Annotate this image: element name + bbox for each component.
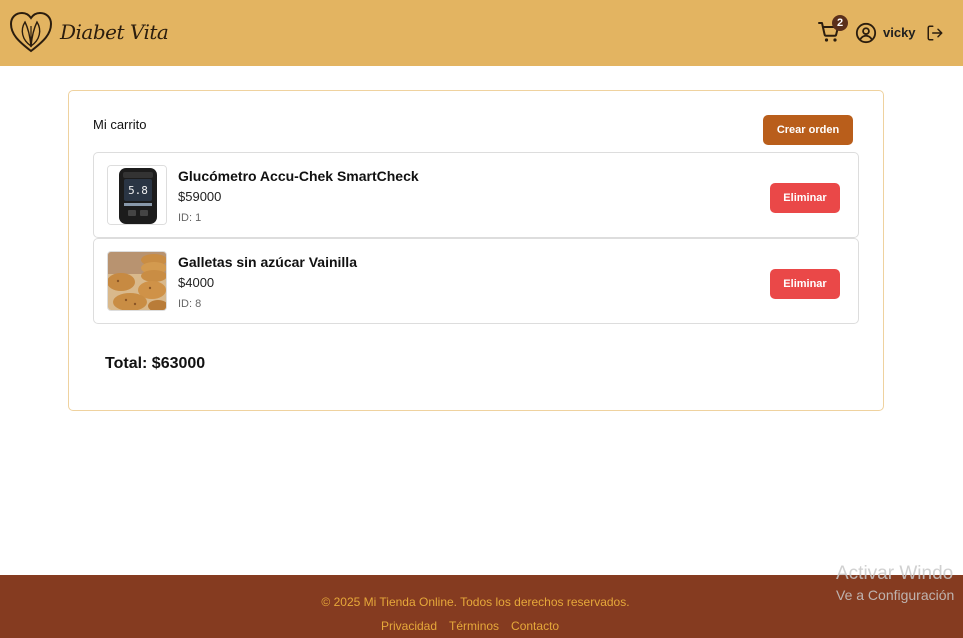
product-price: $59000 (178, 189, 222, 204)
windows-activation-watermark: Activar Windo Ve a Configuración (836, 563, 954, 603)
remove-item-button[interactable]: Eliminar (770, 183, 840, 213)
create-order-button[interactable]: Crear orden (763, 115, 853, 145)
product-image-glucometer: 5.8 (107, 165, 167, 225)
header: Diabet Vita 2 vicky (0, 0, 963, 66)
footer-links: Privacidad Términos Contacto (381, 619, 559, 633)
cart-card: Mi carrito Crear orden 5.8 Glucómetro Ac… (68, 90, 884, 411)
watermark-line-1: Activar Windo (836, 563, 954, 584)
product-id: ID: 1 (178, 212, 202, 224)
product-name: Galletas sin azúcar Vainilla (178, 254, 357, 270)
user-circle-icon[interactable] (855, 22, 877, 44)
copyright-text: © 2025 Mi Tienda Online. Todos los derec… (321, 595, 630, 609)
remove-item-button[interactable]: Eliminar (770, 269, 840, 299)
footer: © 2025 Mi Tienda Online. Todos los derec… (0, 575, 963, 638)
logout-icon[interactable] (926, 24, 944, 42)
watermark-line-2: Ve a Configuración (836, 587, 955, 603)
brand-name: Diabet Vita (60, 20, 169, 44)
product-image-cookies (107, 251, 167, 311)
cart-item: 5.8 Glucómetro Accu-Chek SmartCheck $590… (93, 152, 859, 238)
cart-total: Total: $63000 (105, 355, 206, 372)
brand-logo[interactable]: Diabet Vita (8, 10, 169, 54)
cart-title: Mi carrito (93, 117, 147, 132)
terms-link[interactable]: Términos (449, 619, 499, 633)
product-id: ID: 8 (178, 298, 202, 310)
heart-leaf-logo-icon (9, 11, 53, 53)
product-price: $4000 (178, 275, 215, 290)
cart-count-badge: 2 (832, 15, 848, 31)
contact-link[interactable]: Contacto (511, 619, 559, 633)
username[interactable]: vicky (883, 25, 916, 40)
cart-item: Galletas sin azúcar Vainilla $4000 ID: 8… (93, 238, 859, 324)
privacy-link[interactable]: Privacidad (381, 619, 437, 633)
svg-text:5.8: 5.8 (128, 184, 148, 197)
product-name: Glucómetro Accu-Chek SmartCheck (178, 168, 419, 184)
